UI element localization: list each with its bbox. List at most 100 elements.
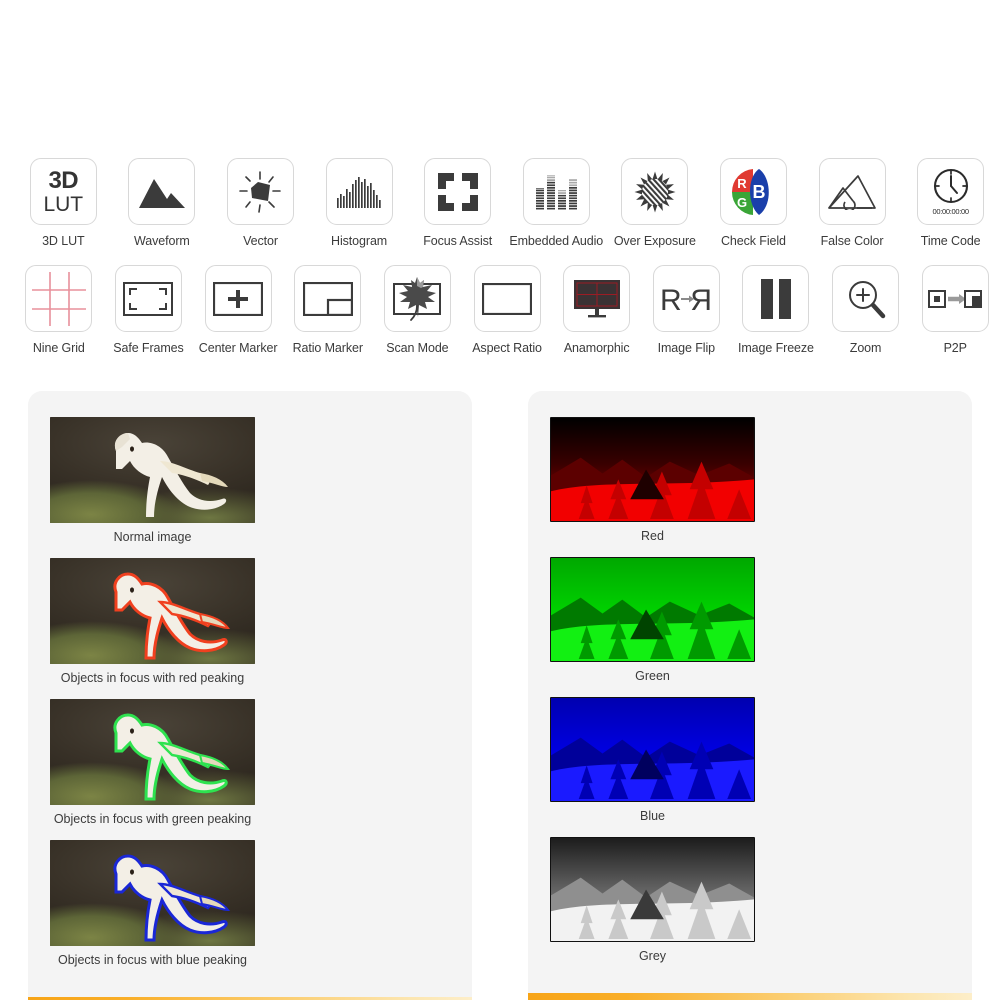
focus-brackets-icon-glyph	[437, 172, 478, 211]
feature-icon-focus-assist[interactable]: Focus Assist	[408, 158, 507, 248]
feature-icon-false-color[interactable]: False Color	[803, 158, 902, 248]
center-marker-icon-glyph	[213, 281, 264, 316]
histogram-icon[interactable]	[325, 158, 393, 225]
feature-icon-embedded-audio[interactable]: Embedded Audio	[507, 158, 606, 248]
focus-assist-shot: Normal image	[50, 417, 255, 554]
feature-icon-3d-lut[interactable]: 3D LUT 3D LUT	[14, 158, 113, 248]
feature-icon-label: Anamorphic	[563, 341, 630, 355]
shot-caption: Objects in focus with red peaking	[60, 671, 245, 685]
snow-thumbnail-red	[550, 417, 755, 522]
shot-caption: Green	[635, 669, 670, 683]
nine-grid-icon-glyph	[31, 271, 86, 326]
waveform-icon-glyph	[138, 178, 185, 208]
feature-icon-anamorphic[interactable]: Anamorphic	[552, 265, 642, 355]
shot-caption: Grey	[638, 949, 667, 963]
over-exposure-icon[interactable]	[621, 158, 689, 225]
rgb-check-field-icon-glyph: R G B	[732, 168, 777, 215]
feature-icon-label: Embedded Audio	[509, 234, 604, 248]
scan-mode-icon[interactable]	[383, 265, 451, 332]
horse-figure	[113, 854, 231, 942]
shot-caption: Blue	[639, 809, 666, 823]
feature-icon-grid: 3D LUT 3D LUT Waveform Vector Histogram …	[0, 158, 1000, 355]
feature-icon-time-code[interactable]: 00:00:00:00 Time Code	[901, 158, 1000, 248]
focus-assist-shot: Objects in focus with blue peaking	[50, 840, 255, 977]
check-field-card-body: Red Green Blue Grey	[528, 391, 972, 993]
ratio-marker-icon[interactable]	[294, 265, 362, 332]
safe-frames-icon-glyph	[123, 281, 174, 316]
feature-icon-image-flip[interactable]: R R Image Flip	[641, 265, 731, 355]
image-flip-icon-glyph: R R	[660, 284, 712, 316]
feature-icon-histogram[interactable]: Histogram	[310, 158, 409, 248]
horse-figure	[113, 713, 231, 801]
check-field-letter-g: G	[737, 195, 747, 210]
feature-icon-label: Nine Grid	[32, 341, 85, 355]
feature-icon-row-2: Nine Grid Safe Frames Center Marker Rati…	[0, 265, 1000, 355]
feature-icon-over-exposure[interactable]: Over Exposure	[606, 158, 705, 248]
embedded-audio-icon[interactable]	[522, 158, 590, 225]
feature-icon-waveform[interactable]: Waveform	[113, 158, 212, 248]
feature-icon-label: P2P	[943, 341, 967, 355]
time-code-icon[interactable]: 00:00:00:00	[917, 158, 985, 225]
false-color-icon[interactable]	[818, 158, 886, 225]
waveform-icon[interactable]	[128, 158, 196, 225]
feature-icon-row-1: 3D LUT 3D LUT Waveform Vector Histogram …	[0, 158, 1000, 248]
vector-icon[interactable]	[226, 158, 294, 225]
feature-icon-label: Scan Mode	[386, 341, 449, 355]
image-freeze-icon[interactable]	[742, 265, 810, 332]
feature-icon-label: Histogram	[331, 234, 388, 248]
image-flip-icon[interactable]: R R	[652, 265, 720, 332]
feature-icon-scan-mode[interactable]: Scan Mode	[373, 265, 463, 355]
scan-mode-leaf-icon-glyph	[393, 276, 442, 321]
audio-meter-icon-glyph	[536, 174, 578, 210]
feature-icon-label: Center Marker	[198, 341, 278, 355]
feature-overview-page: 3D LUT 3D LUT Waveform Vector Histogram …	[0, 0, 1000, 1000]
feature-icon-check-field[interactable]: R G B Check Field	[704, 158, 803, 248]
feature-icon-nine-grid[interactable]: Nine Grid	[14, 265, 104, 355]
check-field-shot: Green	[550, 557, 755, 693]
center-marker-icon[interactable]	[204, 265, 272, 332]
safe-frames-icon[interactable]	[114, 265, 182, 332]
focus-assist-card: Normal image Objects in focus with red p…	[0, 391, 500, 1000]
feature-icon-aspect-ratio[interactable]: Aspect Ratio	[462, 265, 552, 355]
p2p-icon[interactable]	[921, 265, 989, 332]
anamorphic-icon[interactable]	[563, 265, 631, 332]
check-field-shot-grid: Red Green Blue Grey	[550, 417, 950, 977]
3d-lut-icon-bottom-text: LUT	[43, 192, 84, 216]
aspect-ratio-icon[interactable]	[473, 265, 541, 332]
zebra-sun-icon-glyph	[634, 171, 676, 212]
snow-scene-green	[551, 558, 754, 661]
time-code-readout: 00:00:00:00	[932, 207, 969, 216]
zoom-icon[interactable]	[832, 265, 900, 332]
3d-lut-icon[interactable]: 3D LUT	[29, 158, 97, 225]
check-field-shot: Red	[550, 417, 755, 553]
mountain-outline-icon-glyph	[828, 174, 876, 210]
anamorphic-monitor-icon-glyph	[573, 279, 620, 317]
feature-icon-label: False Color	[820, 234, 884, 248]
focus-assist-shot: Objects in focus with green peaking	[50, 699, 255, 836]
check-field-icon[interactable]: R G B	[719, 158, 787, 225]
check-field-letter-b: B	[753, 182, 766, 202]
snow-thumbnail-blue	[550, 697, 755, 802]
feature-icon-image-freeze[interactable]: Image Freeze	[731, 265, 821, 355]
feature-icon-label: Image Flip	[657, 341, 715, 355]
feature-icon-label: Check Field	[721, 234, 786, 248]
snow-thumbnail-grey	[550, 837, 755, 942]
feature-icon-ratio-marker[interactable]: Ratio Marker	[283, 265, 373, 355]
feature-icon-safe-frames[interactable]: Safe Frames	[104, 265, 194, 355]
feature-icon-zoom[interactable]: Zoom	[821, 265, 911, 355]
feature-icon-label: Aspect Ratio	[472, 341, 542, 355]
feature-icon-p2p[interactable]: P2P	[910, 265, 1000, 355]
check-field-letter-r: R	[738, 176, 748, 191]
snow-scene-blue	[551, 698, 754, 801]
check-field-shot: Blue	[550, 697, 755, 833]
vector-icon-glyph	[239, 170, 282, 213]
focus-assist-icon[interactable]	[424, 158, 492, 225]
feature-icon-center-marker[interactable]: Center Marker	[193, 265, 283, 355]
feature-icon-label: Safe Frames	[113, 341, 184, 355]
feature-icon-vector[interactable]: Vector	[211, 158, 310, 248]
feature-icon-label: Time Code	[920, 234, 981, 248]
snow-scene-grey	[551, 838, 754, 941]
clock-icon-glyph	[933, 168, 968, 204]
shot-caption: Objects in focus with blue peaking	[58, 953, 247, 967]
nine-grid-icon[interactable]	[25, 265, 93, 332]
